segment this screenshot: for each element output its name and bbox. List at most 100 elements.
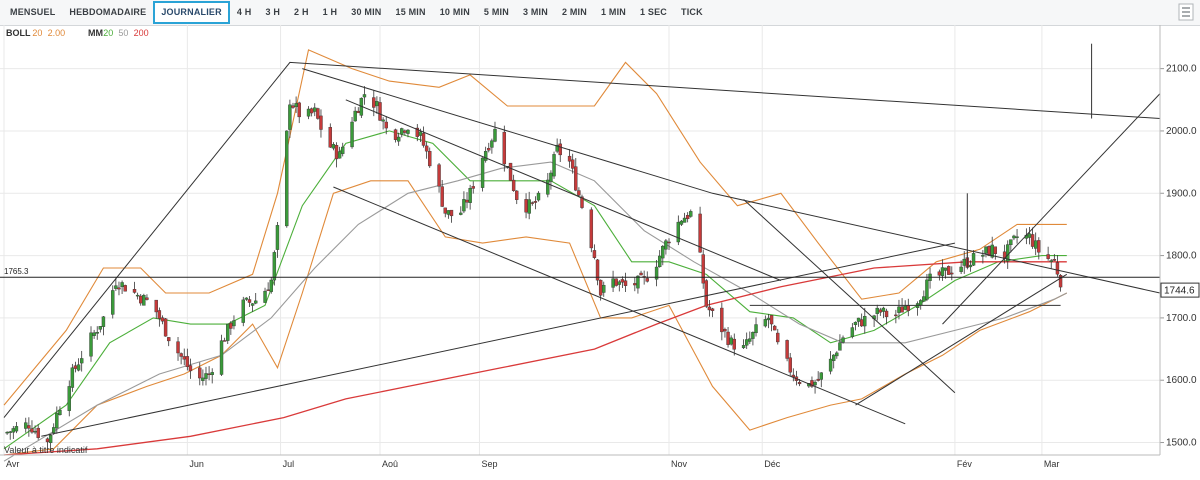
candle-bull — [689, 211, 693, 217]
timeframe-mensuel[interactable]: MENSUEL — [3, 2, 62, 23]
timeframe-5-min[interactable]: 5 MIN — [477, 2, 516, 23]
candle-bear — [723, 329, 727, 332]
candle-bear — [589, 209, 594, 249]
candle-bull — [468, 188, 472, 203]
candle-bull — [288, 104, 292, 130]
timeframe-1-h[interactable]: 1 H — [316, 2, 345, 23]
candle-bear — [502, 131, 507, 165]
candle-bull — [1027, 233, 1032, 238]
y-tick-label: 1500.0 — [1166, 438, 1197, 449]
candle-bull — [984, 246, 988, 254]
candle-bull — [406, 129, 410, 134]
candle-bull — [1049, 260, 1053, 262]
boll-legend-param: 20 — [32, 28, 42, 38]
candle-bull — [657, 255, 662, 268]
timeframe-tick[interactable]: TICK — [674, 2, 710, 23]
timeframe-15-min[interactable]: 15 MIN — [388, 2, 432, 23]
ma-legend-param: 200 — [134, 28, 149, 38]
candle-bull — [968, 264, 973, 268]
candle-bear — [511, 179, 516, 191]
candle-bear — [297, 102, 301, 118]
candle-bear — [894, 314, 898, 317]
candle-bull — [602, 284, 606, 293]
candle-bear — [372, 97, 376, 108]
boll-legend-param: 2.00 — [48, 28, 66, 38]
timeframe-journalier[interactable]: JOURNALIER — [153, 1, 230, 24]
candle-bear — [36, 427, 40, 438]
candle-bull — [204, 373, 208, 379]
candle-bull — [940, 267, 945, 276]
candle-bear — [198, 367, 202, 379]
candle-bull — [244, 297, 249, 300]
timeframe-3-h[interactable]: 3 H — [258, 2, 287, 23]
x-tick-label: Déc — [764, 459, 781, 469]
timeframe-1-min[interactable]: 1 MIN — [594, 2, 633, 23]
candle-bull — [682, 217, 687, 223]
candle-bear — [598, 279, 603, 296]
candle-bull — [353, 110, 357, 122]
candle-bear — [900, 306, 904, 313]
timeframe-10-min[interactable]: 10 MIN — [433, 2, 477, 23]
candle-bull — [142, 295, 146, 306]
timeframe-30-min[interactable]: 30 MIN — [344, 2, 388, 23]
y-tick-label: 2100.0 — [1166, 64, 1197, 75]
candle-bull — [52, 427, 56, 434]
disclaimer-text: Valeur à titre indicatif — [4, 445, 88, 455]
candle-bull — [813, 381, 817, 386]
candle-bear — [27, 425, 31, 429]
price-chart[interactable]: 1765.3 1500.0 1600.0 1700.0 1800.0 1900.0 200… — [0, 25, 1200, 480]
settings-icon[interactable] — [1178, 3, 1194, 21]
candle-bull — [875, 307, 879, 314]
candle-bear — [176, 341, 180, 354]
candle-bear — [403, 130, 407, 133]
candle-bull — [55, 412, 59, 429]
ma-legend-name: MM — [88, 28, 103, 38]
candle-bear — [772, 325, 777, 331]
candle-bear — [667, 241, 671, 244]
candle-bull — [89, 332, 93, 357]
x-tick-label: Aoû — [382, 459, 398, 469]
timeframe-1-sec[interactable]: 1 SEC — [633, 2, 674, 23]
timeframe-2-min[interactable]: 2 MIN — [555, 2, 594, 23]
candle-bear — [558, 143, 562, 156]
timeframe-hebdomadaire[interactable]: HEBDOMADAIRE — [62, 2, 153, 23]
candle-bear — [508, 162, 513, 181]
candle-bull — [400, 128, 404, 135]
candle-bull — [92, 332, 96, 336]
candle-bear — [859, 319, 864, 327]
candle-bull — [664, 240, 668, 250]
candle-bull — [971, 253, 976, 266]
timeframe-3-min[interactable]: 3 MIN — [516, 2, 555, 23]
timeframe-2-h[interactable]: 2 H — [287, 2, 316, 23]
trendline — [942, 93, 1161, 325]
candle-bull — [381, 119, 385, 122]
candle-bull — [76, 364, 81, 371]
candle-bear — [163, 318, 168, 337]
timeframe-toolbar: MENSUEL HEBDOMADAIRE JOURNALIER 4 H3 H2 H1 … — [0, 0, 1200, 26]
candle-bear — [732, 338, 736, 350]
candle-bull — [111, 290, 115, 315]
candle-bull — [881, 307, 886, 312]
y-tick-label: 1800.0 — [1166, 251, 1197, 262]
candle-bull — [754, 324, 758, 334]
x-tick-label: Mar — [1044, 459, 1060, 469]
timeframe-4-h[interactable]: 4 H — [230, 2, 259, 23]
candle-bear — [704, 280, 709, 307]
candle-bear — [785, 340, 789, 359]
candle-bear — [937, 271, 942, 276]
candle-bear — [465, 199, 469, 203]
candle-bear — [154, 299, 158, 313]
candle-bull — [841, 337, 845, 343]
candle-bull — [636, 275, 640, 289]
candle-bull — [959, 266, 963, 272]
candle-bear — [567, 155, 572, 162]
candle-bull — [201, 377, 205, 381]
candle-bear — [334, 145, 339, 160]
candle-bear — [471, 186, 475, 189]
candle-bear — [533, 201, 538, 203]
bollinger-bands — [3, 49, 1068, 456]
ma-legend-param: 20 — [103, 28, 113, 38]
candle-bull — [838, 342, 842, 351]
x-tick-label: Nov — [671, 459, 688, 469]
ma-legend-param: 50 — [118, 28, 128, 38]
